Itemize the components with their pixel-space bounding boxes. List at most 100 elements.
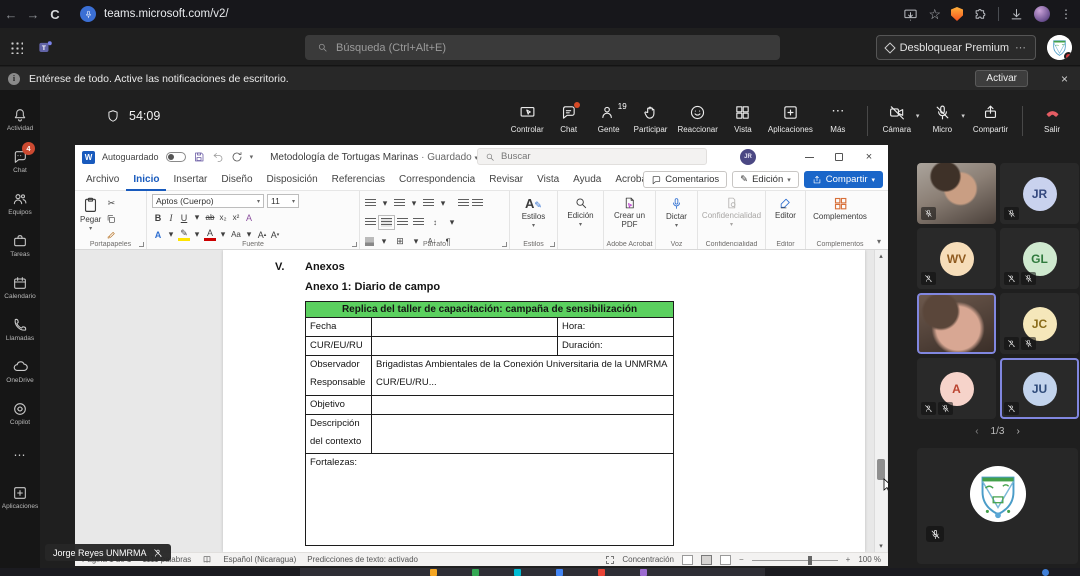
editor-button[interactable]: Editor [771, 194, 800, 220]
sidebar-item-aplicaciones[interactable]: Aplicaciones [0, 476, 40, 518]
copy-icon[interactable] [105, 212, 117, 225]
taskbar-icon[interactable] [430, 569, 437, 576]
shrink-font-button[interactable]: A ▾ [269, 228, 281, 241]
clipboard-launcher-icon[interactable] [139, 242, 144, 247]
activate-notifications-button[interactable]: Activar [975, 70, 1028, 87]
decrease-indent-icon[interactable] [458, 199, 469, 208]
sidebar-item-onedrive[interactable]: OneDrive [0, 350, 40, 392]
search-input[interactable]: Búsqueda (Ctrl+Alt+E) [305, 35, 780, 60]
people-button[interactable]: 19 Gente [589, 102, 629, 134]
share-button[interactable]: Compartir [968, 104, 1013, 134]
meeting-apps-button[interactable]: Aplicaciones [763, 104, 818, 134]
predictions-indicator[interactable]: Predicciones de texto: activado [307, 555, 418, 564]
windows-taskbar[interactable] [0, 568, 1080, 576]
zoom-level[interactable]: 100 % [858, 555, 881, 564]
addins-button[interactable]: Complementos [811, 194, 869, 221]
change-case-button[interactable]: Aa [230, 228, 242, 241]
site-mic-permission-icon[interactable] [80, 6, 96, 22]
sidebar-item-llamadas[interactable]: Llamadas [0, 308, 40, 350]
document-canvas[interactable]: V. Anexos Anexo 1: Diario de campo Repli… [75, 250, 888, 552]
taskbar-icon[interactable] [598, 569, 605, 576]
web-layout-icon[interactable] [719, 554, 731, 565]
word-account-avatar[interactable]: JR [740, 149, 756, 165]
paste-button[interactable]: Pegar ▾ [80, 194, 101, 240]
address-bar[interactable]: teams.microsoft.com/v2/ [104, 8, 229, 20]
tab-vista[interactable]: Vista [530, 169, 566, 191]
minimize-button[interactable] [794, 145, 824, 169]
print-layout-icon[interactable] [700, 554, 712, 565]
autosave-toggle[interactable] [165, 152, 186, 162]
language-indicator[interactable]: Español (Nicaragua) [223, 555, 296, 564]
objetivo-value-cell[interactable] [370, 395, 675, 416]
view-button[interactable]: Vista [723, 104, 763, 134]
prev-page-icon[interactable]: ‹ [975, 426, 978, 437]
highlight-button[interactable]: ✎ [178, 228, 190, 241]
tab-revisar[interactable]: Revisar [482, 169, 530, 191]
increase-indent-icon[interactable] [472, 199, 483, 208]
reload-icon[interactable]: C [44, 7, 66, 22]
tab-insertar[interactable]: Insertar [166, 169, 214, 191]
save-icon[interactable] [193, 151, 205, 163]
format-painter-icon[interactable] [105, 227, 117, 240]
descripcion-value-cell[interactable] [370, 414, 675, 455]
tab-inicio[interactable]: Inicio [126, 169, 167, 191]
zoom-in-icon[interactable]: + [846, 555, 851, 564]
document-scrollbar[interactable]: ▴ ▾ [874, 250, 888, 552]
subscript-button[interactable]: x₂ [217, 211, 229, 224]
browser-profile-avatar[interactable] [1034, 6, 1050, 22]
participant-tile[interactable]: A [917, 358, 996, 419]
superscript-button[interactable]: x² [230, 211, 242, 224]
back-icon[interactable]: ← [0, 7, 22, 22]
meeting-chat-button[interactable]: Chat [549, 101, 589, 134]
styles-launcher-icon[interactable] [550, 242, 555, 247]
participant-tile[interactable]: JC [1000, 293, 1079, 354]
paragraph-launcher-icon[interactable] [502, 242, 507, 247]
sensitivity-button[interactable]: Confidencialidad ▾ [702, 194, 761, 228]
tab-correspondencia[interactable]: Correspondencia [392, 169, 482, 191]
font-color-button[interactable]: A [204, 228, 216, 241]
next-page-icon[interactable]: › [1016, 426, 1019, 437]
more-button[interactable]: ⋯ Más [818, 104, 858, 134]
dictate-button[interactable]: Dictar ▾ [661, 194, 692, 229]
create-pdf-button[interactable]: Crear un PDF [609, 194, 650, 229]
clear-formatting-button[interactable]: A [243, 211, 255, 224]
fecha-value-cell[interactable] [371, 316, 558, 338]
taskbar-icon[interactable] [1042, 569, 1049, 576]
numbered-list-icon[interactable] [394, 199, 405, 208]
unlock-premium-button[interactable]: Desbloquear Premium ⋯ [875, 35, 1036, 60]
react-button[interactable]: Reaccionar [672, 104, 722, 134]
cut-icon[interactable]: ✂ [105, 197, 117, 210]
tab-diseno[interactable]: Diseño [214, 169, 259, 191]
sidebar-item-tareas[interactable]: Tareas [0, 224, 40, 266]
editing-mode-button[interactable]: ✎ Edición ▾ [732, 171, 799, 188]
restore-button[interactable] [824, 145, 854, 169]
bullet-list-icon[interactable] [365, 199, 376, 208]
styles-button[interactable]: A✎ Estilos ▾ [515, 194, 552, 229]
participant-tile[interactable]: JR [1000, 163, 1079, 224]
sidebar-item-calendario[interactable]: Calendario [0, 266, 40, 308]
editing-button[interactable]: Edición ▾ [563, 194, 598, 228]
adblock-extension-icon[interactable] [951, 7, 963, 21]
comments-button[interactable]: Comentarios [643, 171, 728, 188]
focus-mode-button[interactable]: Concentración [622, 555, 674, 564]
send-to-device-icon[interactable] [903, 7, 918, 22]
organization-tile[interactable] [917, 448, 1078, 564]
zoom-slider[interactable] [751, 555, 838, 565]
line-spacing-icon[interactable]: ↕ [429, 216, 441, 229]
align-center-icon[interactable] [378, 215, 395, 230]
participant-tile[interactable]: JU [1000, 358, 1079, 419]
bold-button[interactable]: B [152, 211, 164, 224]
redo-icon[interactable] [231, 151, 243, 163]
cur-value-cell[interactable] [371, 336, 558, 357]
word-search-input[interactable]: Buscar [477, 148, 707, 165]
share-document-button[interactable]: Compartir ▾ [803, 171, 883, 188]
app-launcher-icon[interactable] [10, 41, 23, 54]
leave-button[interactable]: Salir [1032, 104, 1072, 134]
text-effects-button[interactable]: A [152, 228, 164, 241]
tab-referencias[interactable]: Referencias [325, 169, 392, 191]
underline-options[interactable]: ▾ [191, 211, 203, 224]
taskbar-icon[interactable] [640, 569, 647, 576]
grow-font-button[interactable]: A ▴ [256, 228, 268, 241]
align-right-icon[interactable] [397, 218, 408, 227]
sidebar-item-chat[interactable]: 4 Chat [0, 140, 40, 182]
